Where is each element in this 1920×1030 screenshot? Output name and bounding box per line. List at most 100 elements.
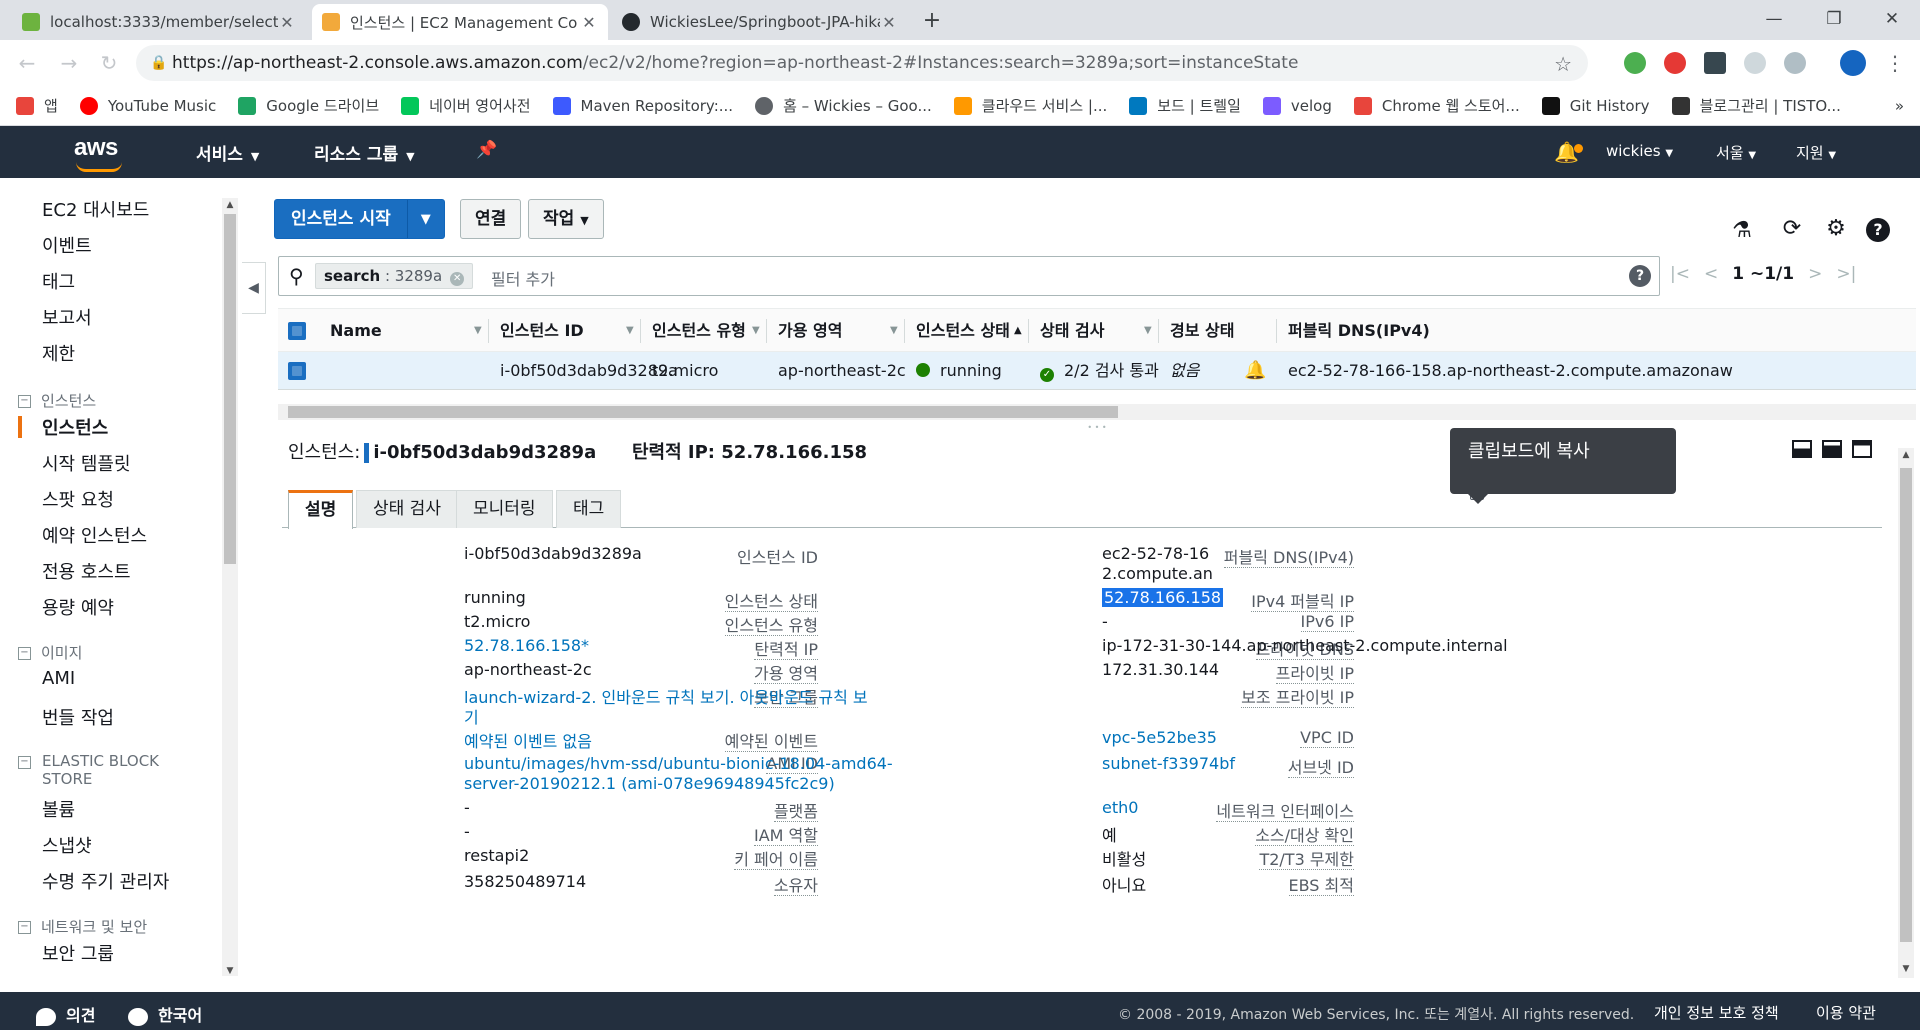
bookmark-star-icon[interactable]: ☆ xyxy=(1554,52,1572,76)
sidebar-item-reserved-instances[interactable]: 예약 인스턴스 xyxy=(42,522,147,548)
col-header-public-dns[interactable]: 퍼블릭 DNS(IPv4) xyxy=(1288,309,1430,353)
actions-button[interactable]: 작업 ▼ xyxy=(528,199,604,239)
value-security-group-link[interactable]: launch-wizard-2. 인바운드 규칙 보기. 아웃바운드 규칙 보 xyxy=(464,684,868,708)
sidebar-item-bundle-tasks[interactable]: 번들 작업 xyxy=(42,704,114,730)
chevron-down-icon[interactable]: ▼ xyxy=(408,212,444,227)
sidebar-item-events[interactable]: 이벤트 xyxy=(42,232,92,258)
value-scheduled-events-link[interactable]: 예약된 이벤트 없음 xyxy=(464,728,592,752)
close-tab-icon[interactable]: ✕ xyxy=(880,13,898,32)
url-bar[interactable]: 🔒 https://ap-northeast-2.console.aws.ama… xyxy=(136,45,1588,81)
sort-asc-icon[interactable]: ▲ xyxy=(1014,309,1022,353)
col-header-alarm[interactable]: 경보 상태 xyxy=(1170,309,1234,353)
sidebar-item-volumes[interactable]: 볼륨 xyxy=(42,796,75,822)
select-all-checkbox[interactable] xyxy=(288,322,306,340)
sidebar-item-dedicated-hosts[interactable]: 전용 호스트 xyxy=(42,558,131,584)
aws-logo[interactable]: aws xyxy=(74,134,122,172)
services-menu[interactable]: 서비스 ▼ xyxy=(196,140,259,165)
bookmark-tistory[interactable]: 블로그관리 | TISTO... xyxy=(1671,95,1841,116)
bookmark-chrome-store[interactable]: Chrome 웹 스토어... xyxy=(1353,95,1520,116)
alarm-bell-icon[interactable]: 🔔 xyxy=(1244,352,1266,390)
value-security-group-link-cont[interactable]: 기 xyxy=(464,704,479,728)
extension-icon[interactable] xyxy=(1624,52,1646,74)
search-help-icon[interactable]: ? xyxy=(1629,265,1651,287)
browser-menu-icon[interactable]: ⋮ xyxy=(1882,50,1908,76)
sidebar-item-launch-templates[interactable]: 시작 템플릿 xyxy=(42,450,131,476)
tab-tags[interactable]: 태그 xyxy=(556,490,622,528)
extension-icon[interactable] xyxy=(1704,52,1726,74)
sort-caret-icon[interactable]: ▼ xyxy=(1144,309,1152,353)
terms-link[interactable]: 이용 약관 xyxy=(1816,1002,1876,1023)
launch-instance-button[interactable]: 인스턴스 시작 ▼ xyxy=(274,199,445,239)
region-menu[interactable]: 서울 ▼ xyxy=(1716,142,1756,163)
scroll-down-icon[interactable]: ▼ xyxy=(222,966,238,976)
tab-description[interactable]: 설명 xyxy=(288,490,354,529)
browser-tab-ec2[interactable]: 인스턴스 | EC2 Management Co ✕ xyxy=(312,4,608,40)
browser-tab-github[interactable]: WickiesLee/Springboot-JPA-hika ✕ xyxy=(612,4,908,40)
col-header-state[interactable]: 인스턴스 상태 xyxy=(916,309,1010,353)
gear-icon[interactable]: ⚙ xyxy=(1822,216,1850,241)
forward-icon[interactable]: → xyxy=(56,50,82,76)
bookmark-cloud[interactable]: 클라우드 서비스 |... xyxy=(953,95,1107,116)
sidebar-scroll-thumb[interactable] xyxy=(224,214,236,564)
sidebar-item-lifecycle-manager[interactable]: 수명 주기 관리자 xyxy=(42,868,169,894)
sidebar-item-spot-requests[interactable]: 스팟 요청 xyxy=(42,486,114,512)
user-menu[interactable]: wickies ▼ xyxy=(1606,142,1673,160)
bookmark-google-drive[interactable]: Google 드라이브 xyxy=(238,95,379,116)
col-header-az[interactable]: 가용 영역 xyxy=(778,309,842,353)
value-ami-link-cont[interactable]: server-20190212.1 (ami-078e96948945fc2c9… xyxy=(464,774,835,793)
sidebar-section-network[interactable]: − 네트워크 및 보안 xyxy=(18,916,147,937)
col-header-instance-id[interactable]: 인스턴스 ID xyxy=(500,309,584,353)
flask-icon[interactable]: ⚗ xyxy=(1728,218,1756,243)
scroll-down-icon[interactable]: ▼ xyxy=(1898,964,1914,974)
sidebar-item-ami[interactable]: AMI xyxy=(42,668,75,689)
sort-caret-icon[interactable]: ▼ xyxy=(752,309,760,353)
sidebar-item-reports[interactable]: 보고서 xyxy=(42,304,92,330)
sidebar-section-ebs[interactable]: − ELASTIC BLOCK STORE xyxy=(18,752,178,788)
pin-icon[interactable]: 📌 xyxy=(476,140,497,160)
window-close-icon[interactable]: ✕ xyxy=(1862,0,1920,40)
feedback-button[interactable]: 의견 xyxy=(36,1002,95,1026)
value-elastic-ip-link[interactable]: 52.78.166.158* xyxy=(464,636,589,655)
sidebar-item-tags[interactable]: 태그 xyxy=(42,268,75,294)
col-header-status-check[interactable]: 상태 검사 xyxy=(1040,309,1104,353)
language-button[interactable]: 한국어 xyxy=(128,1002,202,1026)
filter-input-placeholder[interactable]: 필터 추가 xyxy=(491,266,555,290)
resource-groups-menu[interactable]: 리소스 그룹 ▼ xyxy=(314,140,415,165)
value-ipv4-public-ip[interactable]: 52.78.166.158 xyxy=(1102,588,1224,607)
bookmark-maven[interactable]: Maven Repository:... xyxy=(552,96,733,115)
bookmark-naver-dict[interactable]: 네이버 영어사전 xyxy=(401,95,531,116)
sidebar-item-snapshots[interactable]: 스냅샷 xyxy=(42,832,92,858)
extension-icon[interactable] xyxy=(1744,52,1766,74)
bookmark-trello[interactable]: 보드 | 트렐일 xyxy=(1129,95,1241,116)
value-vpc-link[interactable]: vpc-5e52be35 xyxy=(1102,728,1217,747)
reload-icon[interactable]: ↻ xyxy=(96,50,122,76)
sort-caret-icon[interactable]: ▼ xyxy=(890,309,898,353)
privacy-link[interactable]: 개인 정보 보호 정책 xyxy=(1654,1002,1779,1023)
bookmark-velog[interactable]: velog xyxy=(1262,96,1332,115)
close-tab-icon[interactable]: ✕ xyxy=(580,13,598,32)
layout-half-icon[interactable] xyxy=(1822,440,1842,458)
table-row[interactable]: i-0bf50d3dab9d3289a t2.micro ap-northeas… xyxy=(278,352,1916,390)
scroll-up-icon[interactable]: ▲ xyxy=(1898,450,1914,460)
next-page-icon[interactable]: > xyxy=(1808,264,1822,284)
value-ami-link[interactable]: ubuntu/images/hvm-ssd/ubuntu-bionic-18.0… xyxy=(464,754,893,773)
help-icon[interactable]: ? xyxy=(1866,218,1890,242)
first-page-icon[interactable]: |< xyxy=(1670,264,1690,284)
bookmark-youtube-music[interactable]: YouTube Music xyxy=(79,96,216,115)
more-bookmarks-icon[interactable]: » xyxy=(1895,97,1904,115)
layout-bottom-icon[interactable] xyxy=(1792,440,1812,458)
bookmark-git-history[interactable]: Git History xyxy=(1541,96,1650,115)
sidebar-item-instances[interactable]: 인스턴스 xyxy=(42,414,108,440)
table-scroll-thumb[interactable] xyxy=(288,406,1118,418)
back-icon[interactable]: ← xyxy=(14,50,40,76)
new-tab-button[interactable]: + xyxy=(918,7,946,35)
refresh-icon[interactable]: ⟳ xyxy=(1778,216,1806,241)
layout-full-icon[interactable] xyxy=(1852,440,1872,458)
minimize-icon[interactable]: — xyxy=(1744,0,1804,40)
bookmark-apps[interactable]: 앱 xyxy=(16,95,58,116)
tab-monitoring[interactable]: 모니터링 xyxy=(456,490,553,528)
extension-icon[interactable] xyxy=(1664,52,1686,74)
connect-button[interactable]: 연결 xyxy=(460,199,522,239)
remove-filter-icon[interactable]: ✕ xyxy=(450,272,465,286)
bookmark-wickies[interactable]: 홈 – Wickies – Goo... xyxy=(755,95,932,116)
